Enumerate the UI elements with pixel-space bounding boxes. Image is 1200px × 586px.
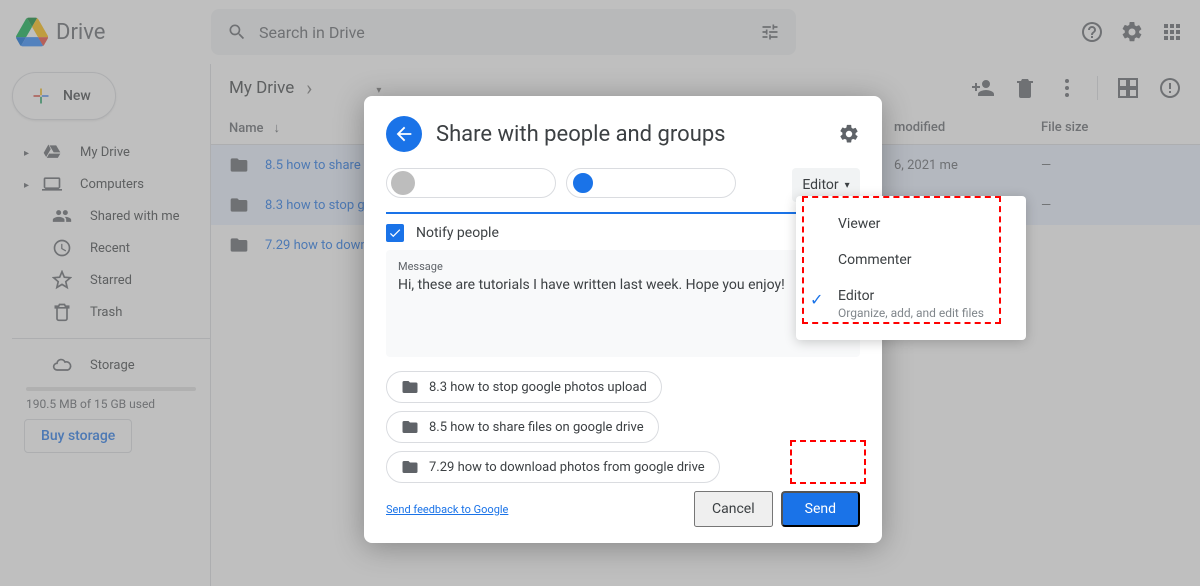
message-label: Message [398,260,848,273]
check-icon: ✓ [810,290,823,309]
folder-icon [401,378,419,396]
back-button[interactable] [386,116,422,152]
permission-menu: Viewer Commenter ✓ Editor Organize, add,… [796,196,1026,340]
menu-item-editor[interactable]: ✓ Editor Organize, add, and edit files [796,278,1026,330]
person-chip[interactable] [386,168,556,198]
avatar-icon [391,171,415,195]
message-box[interactable]: Message Hi, these are tutorials I have w… [386,250,860,357]
notify-label: Notify people [416,225,499,241]
menu-item-commenter[interactable]: Commenter [796,242,1026,278]
gear-icon[interactable] [838,123,860,145]
attachment-chip[interactable]: 7.29 how to download photos from google … [386,451,720,483]
folder-icon [401,458,419,476]
cancel-button[interactable]: Cancel [694,491,773,527]
avatar-icon [571,171,595,195]
menu-item-viewer[interactable]: Viewer [796,206,1026,242]
attachment-chip[interactable]: 8.5 how to share files on google drive [386,411,659,443]
notify-checkbox[interactable] [386,224,404,242]
send-button[interactable]: Send [781,491,860,527]
folder-icon [401,418,419,436]
dialog-title: Share with people and groups [436,122,824,147]
message-text: Hi, these are tutorials I have written l… [398,277,848,347]
person-chip[interactable] [566,168,736,198]
feedback-link[interactable]: Send feedback to Google [386,503,508,516]
attachment-chip[interactable]: 8.3 how to stop google photos upload [386,371,662,403]
